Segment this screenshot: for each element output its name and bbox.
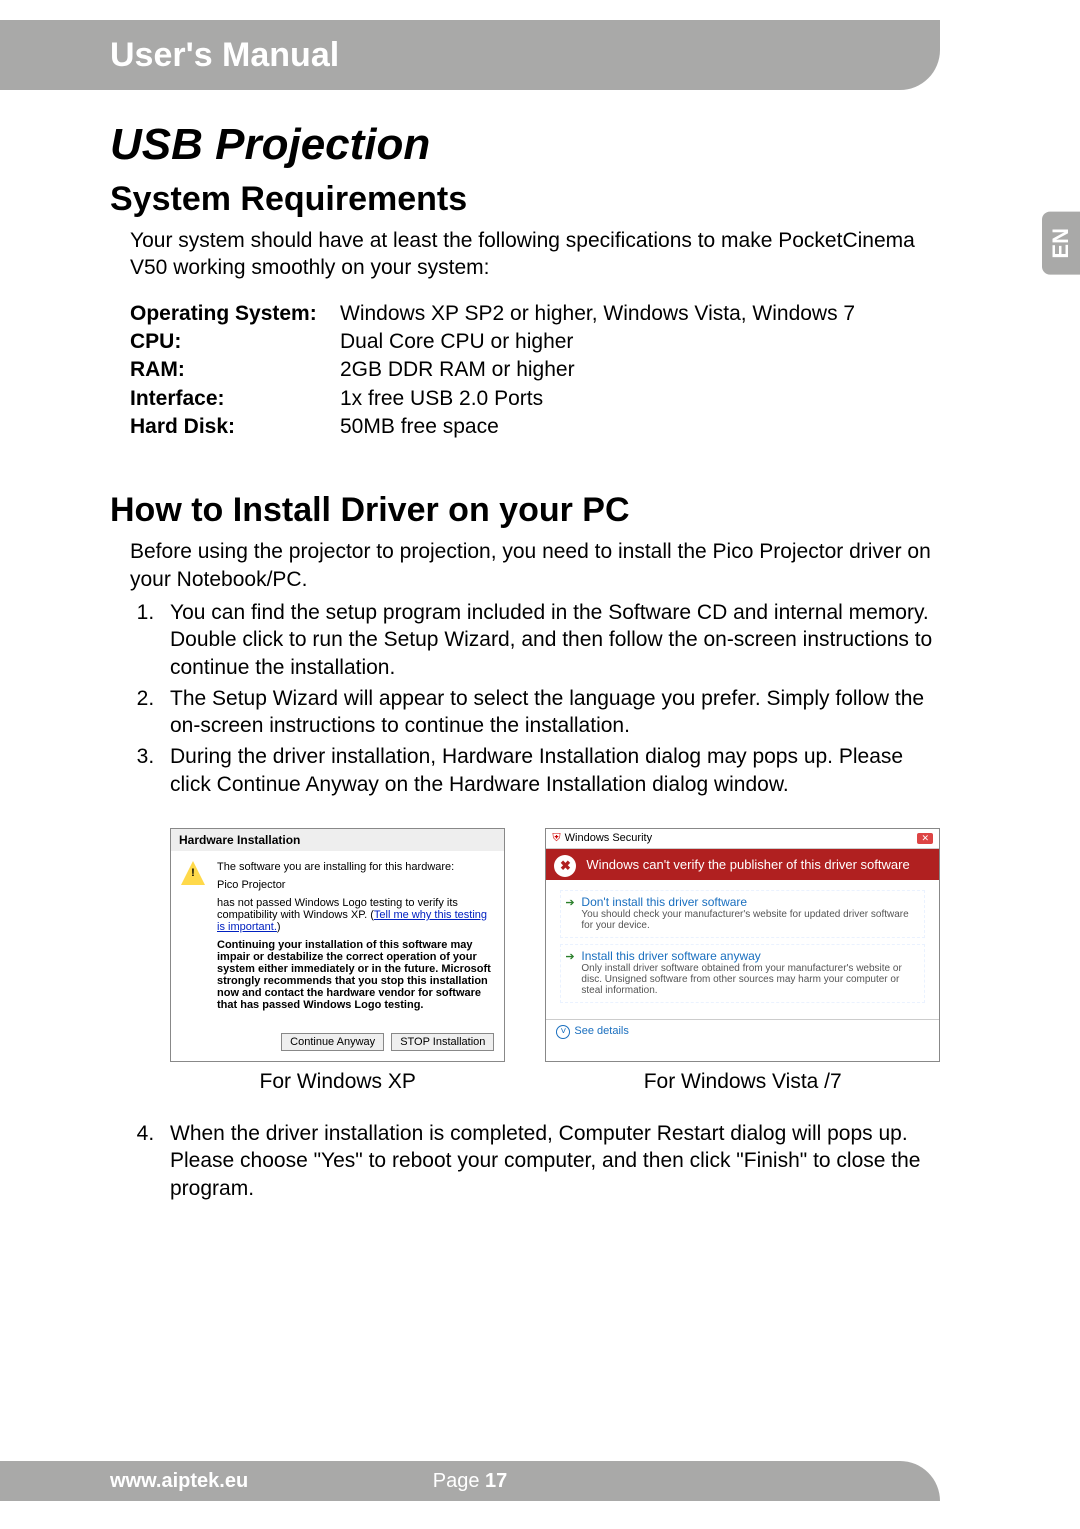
chevron-down-icon: ˅	[556, 1025, 570, 1039]
dialog-warning-text: Continuing your installation of this sof…	[217, 939, 494, 1011]
page-title: USB Projection	[110, 120, 940, 170]
spec-value: 2GB DDR RAM or higher	[340, 356, 575, 384]
install-step: When the driver installation is complete…	[160, 1120, 940, 1202]
language-tab: EN	[1042, 212, 1080, 275]
spec-label: Hard Disk:	[130, 413, 340, 441]
footer-url: www.aiptek.eu	[110, 1470, 248, 1493]
spec-row: Interface: 1x free USB 2.0 Ports	[130, 385, 940, 413]
dialog-text-span: )	[277, 921, 281, 933]
close-icon[interactable]: ✕	[917, 833, 933, 844]
dialog-text: has not passed Windows Logo testing to v…	[217, 897, 494, 933]
install-steps: You can find the setup program included …	[160, 599, 940, 798]
header-title: User's Manual	[110, 36, 339, 75]
caption-vista: For Windows Vista /7	[545, 1070, 940, 1094]
continue-anyway-button[interactable]: Continue Anyway	[281, 1033, 384, 1051]
page-content: USB Projection System Requirements Your …	[110, 120, 940, 1206]
hardware-installation-dialog: Hardware Installation ! The software you…	[170, 828, 505, 1062]
option-heading: Don't install this driver software	[581, 895, 920, 909]
header-band: User's Manual	[0, 20, 940, 90]
option-install-anyway[interactable]: ➔ Install this driver software anyway On…	[560, 944, 925, 1003]
spec-label: Interface:	[130, 385, 340, 413]
option-subtext: You should check your manufacturer's web…	[581, 909, 920, 931]
spec-row: RAM: 2GB DDR RAM or higher	[130, 356, 940, 384]
security-banner: ✖ Windows can't verify the publisher of …	[546, 849, 939, 880]
dialog-window-title-text: Windows Security	[565, 832, 652, 844]
install-step: During the driver installation, Hardware…	[160, 743, 940, 798]
see-details-label: See details	[574, 1025, 628, 1037]
page-number: 17	[485, 1470, 507, 1492]
spec-value: 50MB free space	[340, 413, 499, 441]
page-label: Page	[433, 1470, 485, 1492]
dialog-title: Hardware Installation	[171, 829, 504, 851]
spec-table: Operating System: Windows XP SP2 or high…	[130, 300, 940, 442]
caption-xp: For Windows XP	[170, 1070, 505, 1094]
arrow-icon: ➔	[565, 896, 574, 909]
dialog-device-name: Pico Projector	[217, 879, 494, 891]
option-subtext: Only install driver software obtained fr…	[581, 963, 920, 996]
see-details-toggle[interactable]: ˅ See details	[546, 1019, 939, 1044]
section-system-requirements-heading: System Requirements	[110, 180, 940, 219]
install-step: You can find the setup program included …	[160, 599, 940, 681]
footer-band: www.aiptek.eu Page 17	[0, 1461, 940, 1501]
option-dont-install[interactable]: ➔ Don't install this driver software You…	[560, 890, 925, 938]
shield-icon: ⛨	[552, 832, 560, 844]
windows-security-dialog: ⛨ Windows Security ✕ ✖ Windows can't veri…	[545, 828, 940, 1062]
install-step: The Setup Wizard will appear to select t…	[160, 685, 940, 740]
option-heading: Install this driver software anyway	[581, 949, 920, 963]
system-requirements-intro: Your system should have at least the fol…	[130, 227, 940, 282]
install-steps-continued: When the driver installation is complete…	[160, 1120, 940, 1202]
spec-row: Operating System: Windows XP SP2 or high…	[130, 300, 940, 328]
spec-label: CPU:	[130, 328, 340, 356]
dialog-captions: For Windows XP For Windows Vista /7	[170, 1070, 940, 1094]
spec-label: RAM:	[130, 356, 340, 384]
shield-error-icon: ✖	[554, 855, 576, 877]
stop-installation-button[interactable]: STOP Installation	[391, 1033, 494, 1051]
dialog-window-title: ⛨ Windows Security	[552, 832, 652, 845]
dialog-screenshots: Hardware Installation ! The software you…	[170, 828, 940, 1062]
install-driver-intro: Before using the projector to projection…	[130, 538, 940, 593]
spec-value: 1x free USB 2.0 Ports	[340, 385, 543, 413]
spec-value: Dual Core CPU or higher	[340, 328, 573, 356]
arrow-icon: ➔	[565, 950, 574, 963]
page-indicator: Page 17	[433, 1470, 508, 1493]
section-install-driver-heading: How to Install Driver on your PC	[110, 491, 940, 530]
spec-value: Windows XP SP2 or higher, Windows Vista,…	[340, 300, 855, 328]
spec-label: Operating System:	[130, 300, 340, 328]
spec-row: CPU: Dual Core CPU or higher	[130, 328, 940, 356]
spec-row: Hard Disk: 50MB free space	[130, 413, 940, 441]
banner-text: Windows can't verify the publisher of th…	[586, 857, 909, 872]
warning-icon: !	[181, 861, 205, 885]
dialog-text: The software you are installing for this…	[217, 861, 494, 873]
